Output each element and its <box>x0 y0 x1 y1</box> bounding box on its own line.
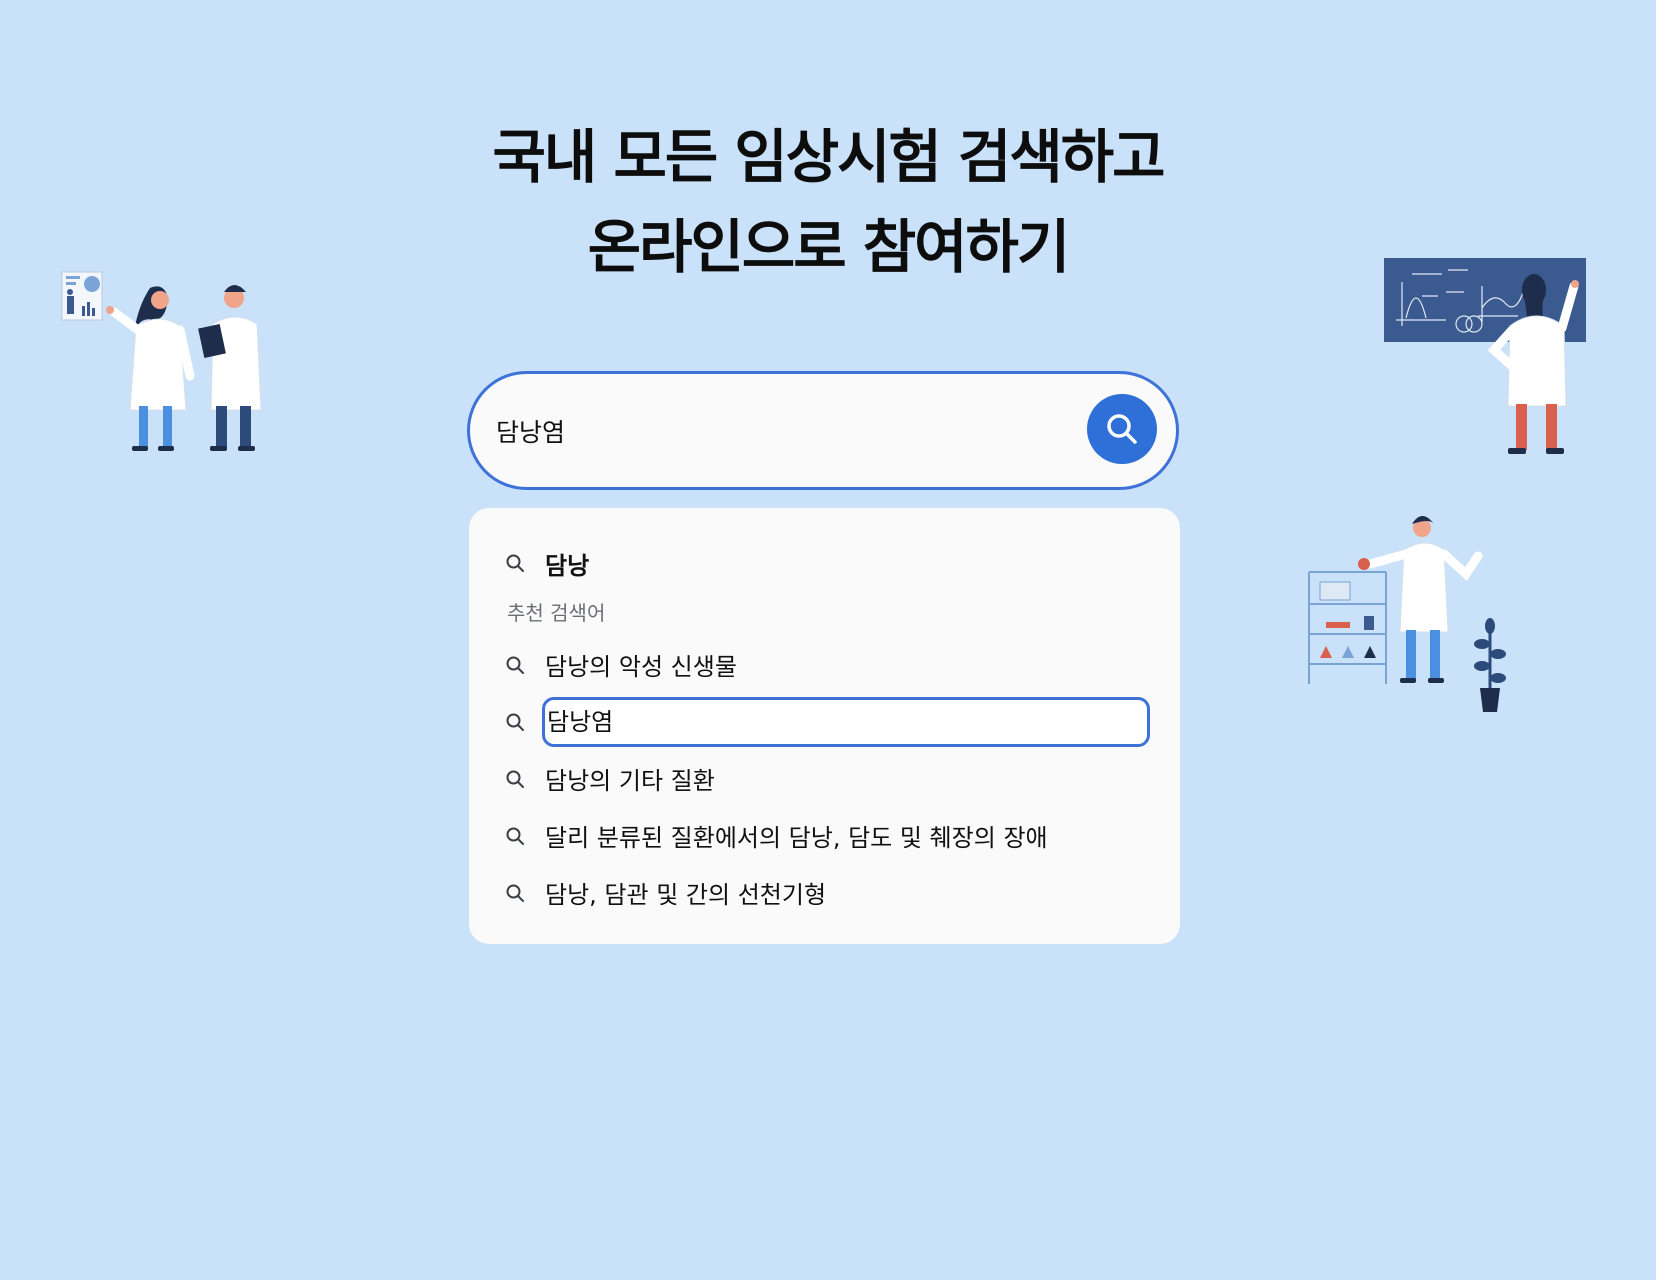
search-button[interactable] <box>1087 394 1157 464</box>
suggestion-item[interactable]: 담낭, 담관 및 간의 선천기형 <box>469 864 1180 921</box>
hero-title-line-1: 국내 모든 임상시험 검색하고 <box>492 123 1166 191</box>
suggestion-text: 담낭염 <box>542 696 1150 747</box>
search-bar <box>467 371 1179 490</box>
suggestion-item[interactable]: 달리 분류된 질환에서의 담낭, 담도 및 췌장의 장애 <box>469 807 1180 864</box>
suggestion-list: 담낭의 악성 신생물 담낭염 담낭의 기타 질환 달리 분류된 질환에서의 담낭… <box>469 636 1180 921</box>
lab-shelf-illustration <box>1308 516 1506 712</box>
scientists-illustration-left <box>61 271 262 451</box>
suggestion-text: 담낭의 악성 신생물 <box>545 653 737 681</box>
chalkboard-illustration <box>1384 258 1586 454</box>
suggestion-item[interactable]: 담낭의 악성 신생물 <box>469 636 1180 693</box>
suggestion-text: 담낭, 담관 및 간의 선천기형 <box>545 881 827 909</box>
suggestion-item-active[interactable]: 담낭염 <box>469 693 1180 750</box>
search-icon <box>506 884 524 902</box>
search-icon <box>506 656 524 674</box>
autocomplete-dropdown: 담낭 추천 검색어 담낭의 악성 신생물 담낭염 담낭의 기타 질환 달리 분류… <box>469 508 1180 944</box>
suggestion-item[interactable]: 담낭의 기타 질환 <box>469 750 1180 807</box>
search-icon <box>506 713 524 731</box>
suggestion-text: 담낭의 기타 질환 <box>545 767 715 795</box>
search-icon <box>506 554 524 572</box>
search-icon <box>506 827 524 845</box>
search-icon <box>506 770 524 788</box>
suggestion-text: 달리 분류된 질환에서의 담낭, 담도 및 췌장의 장애 <box>545 824 1048 852</box>
typed-query-row[interactable]: 담낭 <box>505 544 589 582</box>
search-icon <box>1107 414 1137 444</box>
search-input[interactable] <box>496 404 1036 458</box>
typed-query-label: 담낭 <box>545 551 590 580</box>
recommended-section-label: 추천 검색어 <box>507 601 606 625</box>
